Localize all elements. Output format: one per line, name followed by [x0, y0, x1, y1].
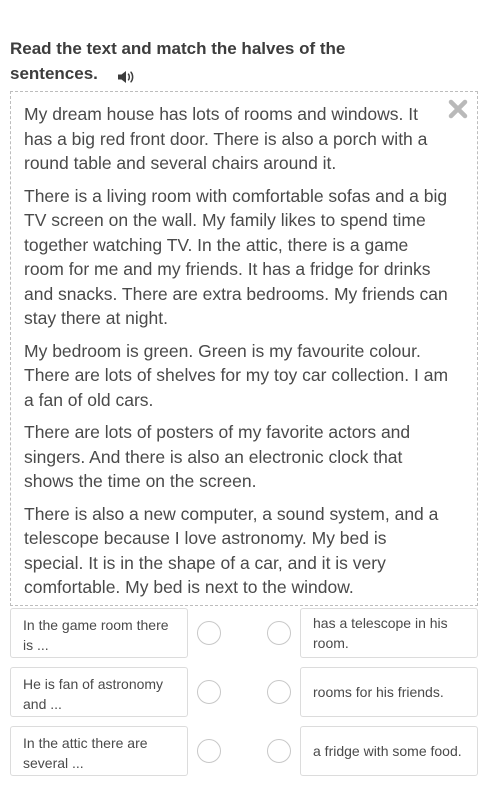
match-row: In the game room there is ... has a tele… — [10, 608, 488, 660]
left-half-card[interactable]: In the game room there is ... — [10, 608, 188, 658]
right-radio-button[interactable] — [267, 680, 291, 704]
instruction-title-text: Read the text and match the halves of th… — [10, 39, 346, 83]
instruction-title: Read the text and match the halves of th… — [10, 36, 430, 86]
reading-text-panel: My dream house has lots of rooms and win… — [10, 91, 478, 606]
match-row: In the attic there are several ... a fri… — [10, 726, 488, 778]
text-paragraph: My dream house has lots of rooms and win… — [24, 104, 428, 173]
right-half-card[interactable]: rooms for his friends. — [300, 667, 478, 717]
text-paragraph: There is also a new computer, a sound sy… — [24, 503, 439, 598]
text-paragraph: My bedroom is green. Green is my favouri… — [24, 340, 449, 410]
match-row: He is fan of astronomy and ... rooms for… — [10, 667, 488, 719]
left-half-card[interactable]: He is fan of astronomy and ... — [10, 667, 188, 717]
left-radio-button[interactable] — [197, 621, 221, 645]
text-paragraph: There are lots of posters of my favorite… — [24, 422, 411, 491]
right-radio-button[interactable] — [267, 739, 291, 763]
text-paragraph: There is a living room with comfortable … — [24, 185, 448, 329]
left-radio-button[interactable] — [197, 680, 221, 704]
close-icon[interactable] — [447, 98, 469, 120]
left-radio-button[interactable] — [197, 739, 221, 763]
reading-text: My dream house has lots of rooms and win… — [24, 102, 449, 608]
right-half-card[interactable]: has a telescope in his room. — [300, 608, 478, 658]
left-half-card[interactable]: In the attic there are several ... — [10, 726, 188, 776]
right-radio-button[interactable] — [267, 621, 291, 645]
speaker-icon[interactable] — [117, 67, 135, 83]
right-half-card[interactable]: a fridge with some food. — [300, 726, 478, 776]
